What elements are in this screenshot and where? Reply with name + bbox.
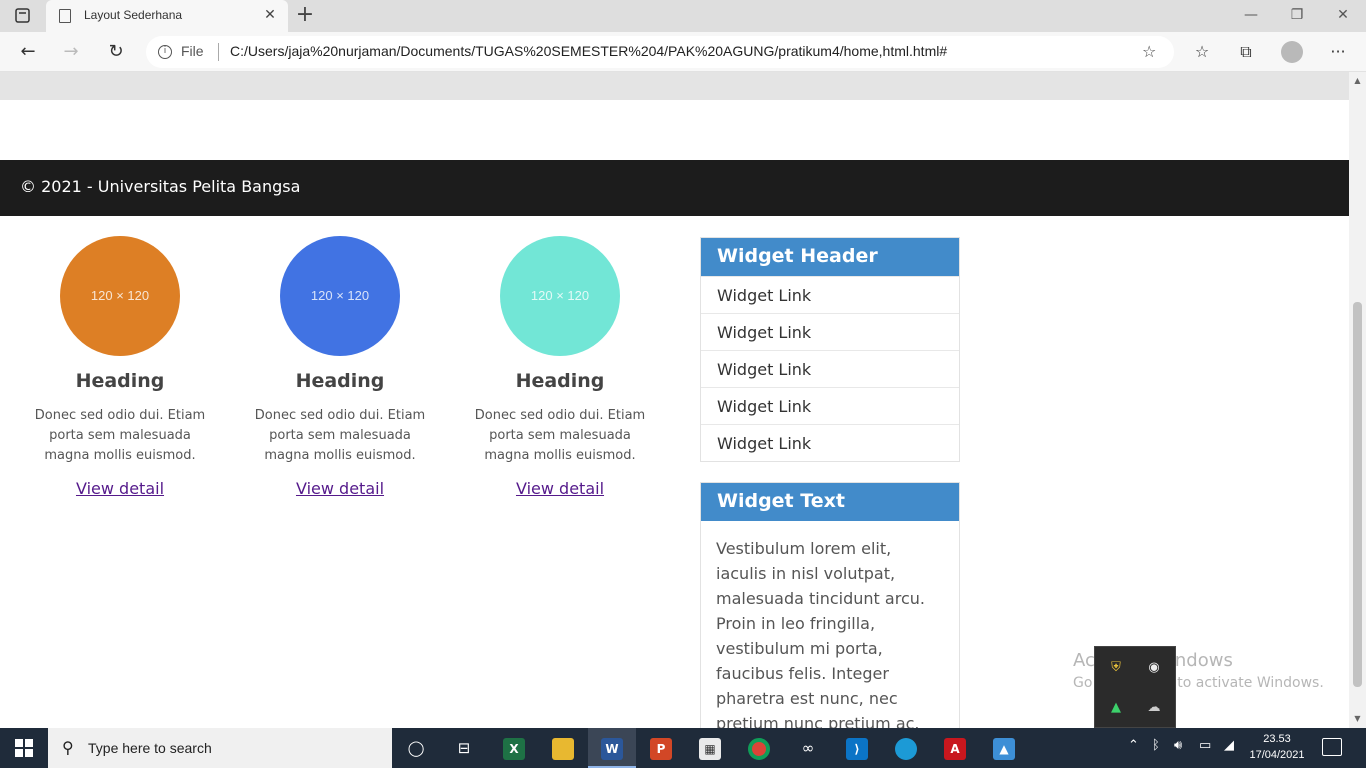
triangle-app-icon[interactable]: ▲ xyxy=(1107,699,1125,717)
clock-date: 17/04/2021 xyxy=(1249,749,1305,761)
widget-links: Widget Header Widget Link Widget Link Wi… xyxy=(700,237,960,462)
widget-text-header: Widget Text xyxy=(701,483,959,521)
page-top-band xyxy=(0,72,1349,100)
close-window-icon[interactable]: ✕ xyxy=(1328,4,1358,28)
search-icon: ⚲ xyxy=(62,738,74,757)
task-view-icon[interactable]: ⊟ xyxy=(440,728,488,768)
scroll-up-icon[interactable]: ▲ xyxy=(1349,74,1366,88)
cortana-icon[interactable]: ◯ xyxy=(392,728,440,768)
card-heading: Heading xyxy=(75,370,165,392)
word-icon[interactable]: W xyxy=(588,728,636,768)
page-viewport: © 2021 - Universitas Pelita Bangsa 120 ×… xyxy=(0,72,1349,728)
view-detail-link[interactable]: View detail xyxy=(76,479,164,498)
cloud-offline-icon[interactable]: ☁ xyxy=(1145,699,1163,717)
photos-icon[interactable]: ▲ xyxy=(980,728,1028,768)
more-menu-icon[interactable]: ··· xyxy=(1326,40,1350,64)
notification-center-icon[interactable] xyxy=(1322,738,1342,756)
tab-actions-icon[interactable] xyxy=(14,7,32,25)
scheme-label: File xyxy=(181,43,204,59)
widget-header: Widget Header xyxy=(701,238,959,276)
profile-avatar[interactable] xyxy=(1281,41,1303,63)
widget-link[interactable]: Widget Link xyxy=(701,350,959,387)
clock-time: 23.53 xyxy=(1263,733,1291,745)
widget-text: Widget Text Vestibulum lorem elit, iacul… xyxy=(700,482,960,728)
browser-tab[interactable]: Layout Sederhana ✕ xyxy=(46,0,288,32)
back-icon[interactable]: ← xyxy=(14,38,42,66)
volume-icon[interactable]: 🔊︎ xyxy=(1174,738,1182,753)
browser-toolbar: ← → ↻ i File C:/Users/jaja%20nurjaman/Do… xyxy=(0,32,1366,72)
view-detail-link[interactable]: View detail xyxy=(516,479,604,498)
wifi-icon[interactable]: ◢ xyxy=(1224,738,1234,753)
favorites-icon[interactable]: ☆ xyxy=(1190,40,1214,64)
bluetooth-icon[interactable]: ᛒ xyxy=(1152,738,1160,753)
feature-card: 120 × 120 Heading Donec sed odio dui. Et… xyxy=(240,236,440,498)
restore-icon[interactable]: ❐ xyxy=(1282,4,1312,28)
placeholder-image: 120 × 120 xyxy=(500,236,620,356)
camera-icon[interactable]: ◉ xyxy=(1145,659,1163,677)
battery-icon[interactable]: ▭ xyxy=(1199,738,1211,753)
widget-link[interactable]: Widget Link xyxy=(701,276,959,313)
chrome-icon[interactable] xyxy=(735,728,783,768)
view-detail-link[interactable]: View detail xyxy=(296,479,384,498)
taskbar-search[interactable]: ⚲ Type here to search xyxy=(48,728,392,768)
card-heading: Heading xyxy=(295,370,385,392)
security-shield-icon[interactable]: ⛨ xyxy=(1107,659,1125,677)
page-footer: © 2021 - Universitas Pelita Bangsa xyxy=(0,160,1349,216)
footer-copyright: © 2021 - Universitas Pelita Bangsa xyxy=(20,177,301,196)
scroll-thumb[interactable] xyxy=(1353,302,1362,687)
powerpoint-icon[interactable]: P xyxy=(637,728,685,768)
browser-tab-bar: Layout Sederhana ✕ + — ❐ ✕ xyxy=(0,0,1366,32)
address-bar[interactable]: i File C:/Users/jaja%20nurjaman/Document… xyxy=(146,36,1174,68)
new-tab-icon[interactable]: + xyxy=(294,4,316,28)
minimize-icon[interactable]: — xyxy=(1236,4,1266,28)
card-text: Donec sed odio dui. Etiam porta sem male… xyxy=(474,408,646,463)
card-text: Donec sed odio dui. Etiam porta sem male… xyxy=(254,408,426,463)
search-placeholder: Type here to search xyxy=(88,740,212,756)
infinity-app-icon[interactable]: ∞ xyxy=(784,728,832,768)
card-heading: Heading xyxy=(515,370,605,392)
taskbar-clock[interactable]: 23.53 17/04/2021 xyxy=(1247,731,1307,763)
collections-icon[interactable]: ⧉ xyxy=(1234,40,1258,64)
widget-link[interactable]: Widget Link xyxy=(701,387,959,424)
tab-title: Layout Sederhana xyxy=(84,8,183,22)
close-tab-icon[interactable]: ✕ xyxy=(262,6,278,24)
windows-taskbar: ⚲ Type here to search ◯ ⊟ X W P ▦ ∞ ⟩ A … xyxy=(0,728,1366,768)
page-icon xyxy=(59,9,71,23)
file-explorer-icon[interactable] xyxy=(539,728,587,768)
widget-link[interactable]: Widget Link xyxy=(701,424,959,461)
vscode-icon[interactable]: ⟩ xyxy=(833,728,881,768)
card-text: Donec sed odio dui. Etiam porta sem male… xyxy=(34,408,206,463)
edge-icon[interactable] xyxy=(882,728,930,768)
forward-icon[interactable]: → xyxy=(57,38,85,66)
feature-card: 120 × 120 Heading Donec sed odio dui. Et… xyxy=(20,236,220,498)
windows-start-icon[interactable] xyxy=(0,728,48,768)
store-icon[interactable]: ▦ xyxy=(686,728,734,768)
widget-link[interactable]: Widget Link xyxy=(701,313,959,350)
address-separator xyxy=(218,43,219,61)
url-text[interactable]: C:/Users/jaja%20nurjaman/Documents/TUGAS… xyxy=(230,43,947,59)
show-hidden-icons-icon[interactable]: ⌃ xyxy=(1128,738,1139,753)
page-scrollbar[interactable]: ▲ ▼ xyxy=(1349,72,1366,728)
acrobat-icon[interactable]: A xyxy=(931,728,979,768)
placeholder-image: 120 × 120 xyxy=(60,236,180,356)
widget-text-body: Vestibulum lorem elit, iaculis in nisl v… xyxy=(716,539,925,728)
scroll-down-icon[interactable]: ▼ xyxy=(1349,712,1366,726)
add-favorite-icon[interactable]: ☆ xyxy=(1142,42,1156,61)
feature-card: 120 × 120 Heading Donec sed odio dui. Et… xyxy=(460,236,660,498)
info-icon[interactable]: i xyxy=(158,45,172,59)
excel-icon[interactable]: X xyxy=(490,728,538,768)
refresh-icon[interactable]: ↻ xyxy=(102,38,130,66)
placeholder-image: 120 × 120 xyxy=(280,236,400,356)
tray-overflow-popup: ⛨ ◉ ▲ ☁ xyxy=(1094,646,1176,728)
